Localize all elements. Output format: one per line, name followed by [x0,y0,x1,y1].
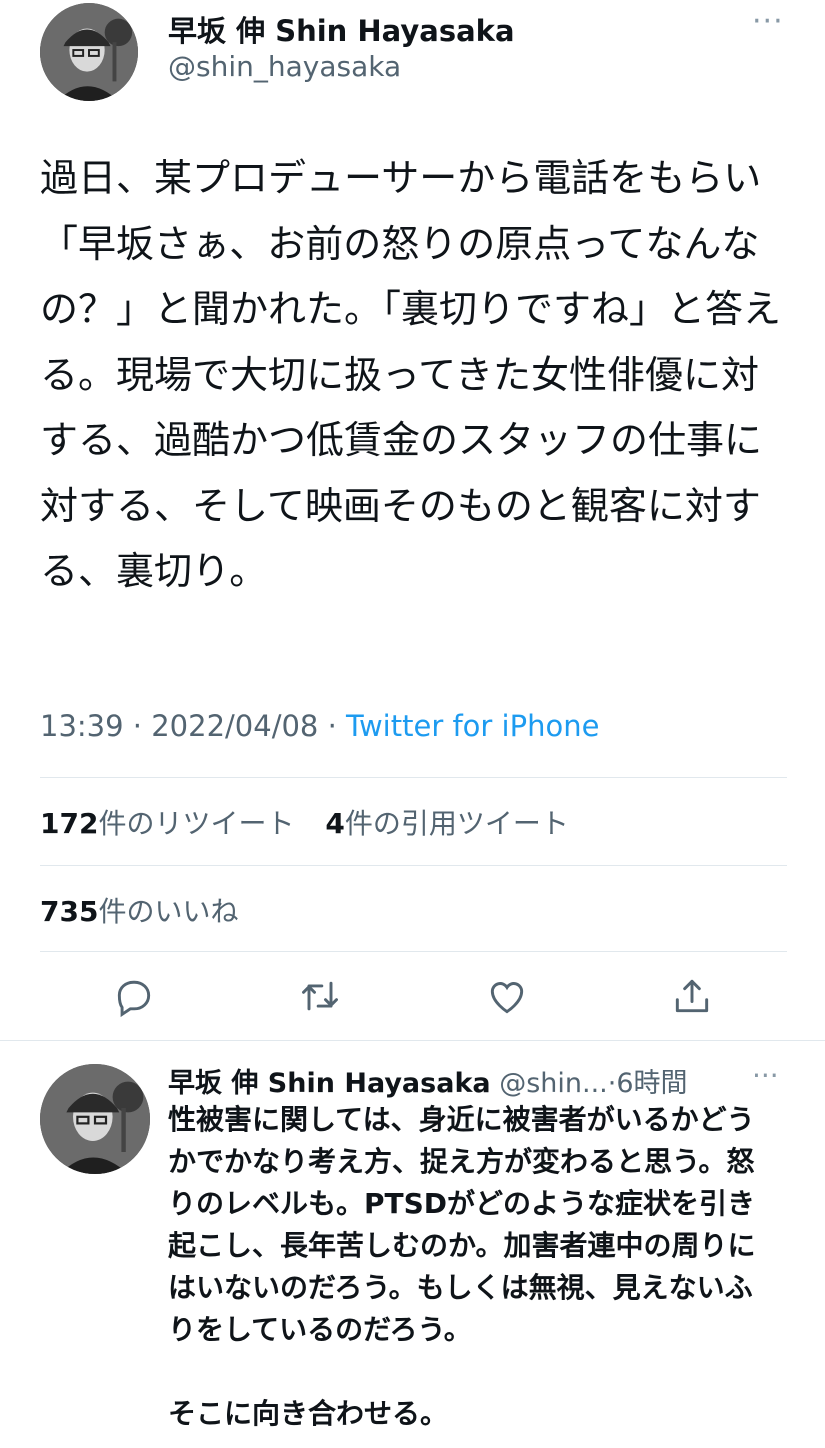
quotes-count: 4 [325,807,345,840]
likes-count: 735 [40,895,99,928]
reply-handle[interactable]: @shin... [499,1068,608,1099]
reply-icon[interactable] [112,974,156,1018]
tweet-source-link[interactable]: Twitter for iPhone [346,709,599,743]
likes-stat[interactable]: 735件のいいね [40,890,238,930]
meta-separator: · [132,709,143,743]
tweet-meta: 13:39 · 2022/04/08 · Twitter for iPhone [40,709,599,743]
quotes-stat[interactable]: 4件の引用ツイート [325,802,569,842]
tweet-text: 過日、某プロデューサーから電話をもらい「早坂さぁ、お前の怒りの原点ってなんなの？… [40,156,782,593]
reply-more-options-icon[interactable]: ··· [752,1059,779,1092]
reply-time: 6時間 [616,1068,688,1099]
reply-author-avatar[interactable] [40,1064,150,1174]
author-handle[interactable]: @shin_hayasaka [168,50,401,83]
author-display-name[interactable]: 早坂 伸 Shin Hayasaka [168,8,515,50]
share-icon[interactable] [670,974,714,1018]
section-divider [0,1040,825,1041]
tweet-time: 13:39 [40,709,124,743]
reply-display-name[interactable]: 早坂 伸 Shin Hayasaka [168,1068,491,1099]
divider [40,951,787,952]
retweet-stats: 172件のリツイート 4件の引用ツイート [40,802,591,842]
retweets-count: 172 [40,807,99,840]
retweet-icon[interactable] [298,974,342,1018]
likes-label: 件のいいね [98,895,239,928]
tweet-date: 2022/04/08 [151,709,319,743]
author-avatar[interactable] [40,3,138,101]
quotes-label: 件の引用ツイート [344,807,569,840]
retweets-label: 件のリツイート [98,807,295,840]
reply-header: 早坂 伸 Shin Hayasaka @shin...·6時間 [168,1061,688,1100]
heart-icon[interactable] [485,974,529,1018]
meta-separator: · [327,709,337,743]
more-options-icon[interactable]: ··· [752,4,784,39]
divider [40,777,787,778]
tweet-actions [0,974,825,1022]
reply-text: 性被害に関しては、身近に被害者がいるかどうかでかなり考え方、捉え方が変わると思う… [168,1103,756,1430]
divider [40,865,787,866]
retweets-stat[interactable]: 172件のリツイート [40,802,294,842]
